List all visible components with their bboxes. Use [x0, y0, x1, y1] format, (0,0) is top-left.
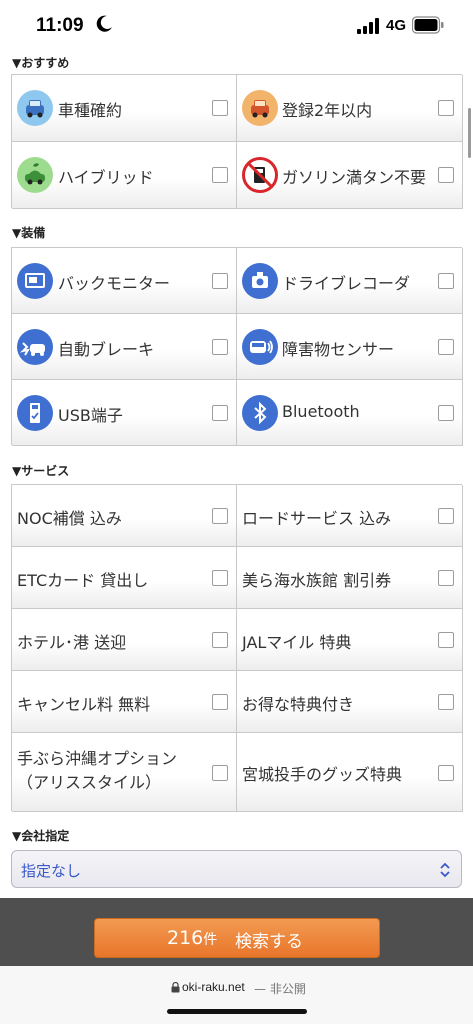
option-label: キャンセル料 無料	[17, 695, 151, 714]
status-bar: 11:09 4G	[0, 0, 473, 52]
filter-panel[interactable]: ▼おすすめ 車種確約 登録2年以内 ハイブリッド ガソリン満タン不要 ▼装備 バ…	[0, 52, 473, 898]
option-car-guarantee[interactable]: 車種確約	[12, 75, 237, 142]
url-visibility: — 非公開	[254, 982, 306, 996]
checkbox[interactable]	[438, 405, 454, 421]
checkbox[interactable]	[438, 339, 454, 355]
checkbox[interactable]	[212, 167, 228, 183]
recommended-grid: 車種確約 登録2年以内 ハイブリッド ガソリン満タン不要	[11, 74, 463, 209]
section-title-recommended: ▼おすすめ	[12, 56, 70, 70]
moon-icon	[96, 15, 112, 32]
option-label: 自動ブレーキ	[58, 340, 155, 359]
select-arrows-icon	[440, 862, 450, 878]
option-free-cancel[interactable]: キャンセル料 無料	[12, 671, 237, 733]
option-label: JALマイル 特典	[242, 633, 352, 652]
option-label: ガソリン満タン不要	[282, 168, 427, 187]
checkbox[interactable]	[438, 765, 454, 781]
hybrid-car-icon	[17, 157, 53, 193]
signal-icon	[357, 18, 379, 34]
section-title-equipment: ▼装備	[12, 226, 46, 240]
no-refuel-icon	[242, 157, 278, 193]
equipment-grid: バックモニター ドライブレコーダ 自動ブレーキ 障害物センサー USB端子 Bl…	[11, 247, 463, 446]
option-label: NOC補償 込み	[17, 509, 122, 528]
option-label: 車種確約	[58, 101, 123, 120]
home-indicator[interactable]	[167, 1009, 307, 1014]
network-type: 4G	[386, 17, 407, 34]
option-empty-handed-okinawa[interactable]: 手ぶら沖縄オプション（アリススタイル）	[12, 733, 237, 812]
option-miyagi-goods[interactable]: 宮城投手のグッズ特典	[237, 733, 463, 812]
option-label: ハイブリッド	[58, 168, 154, 187]
option-label: バックモニター	[58, 274, 171, 293]
option-etc-card[interactable]: ETCカード 貸出し	[12, 547, 237, 609]
company-select-value: 指定なし	[21, 862, 82, 880]
option-label: お得な特典付き	[242, 695, 355, 714]
checkbox[interactable]	[438, 100, 454, 116]
option-jal-mile[interactable]: JALマイル 特典	[237, 609, 463, 671]
services-grid: NOC補償 込み ロードサービス 込み ETCカード 貸出し 美ら海水族館 割引…	[11, 484, 463, 812]
company-select[interactable]: 指定なし	[11, 850, 462, 888]
checkbox[interactable]	[212, 694, 228, 710]
obstacle-sensor-icon	[242, 329, 278, 365]
option-label: ロードサービス 込み	[242, 509, 392, 528]
option-label: USB端子	[58, 406, 123, 425]
checkbox[interactable]	[212, 339, 228, 355]
option-bluetooth[interactable]: Bluetooth	[237, 380, 463, 446]
usb-icon	[17, 395, 53, 431]
option-hotel-port-shuttle[interactable]: ホテル･港 送迎	[12, 609, 237, 671]
browser-address-bar[interactable]: oki-raku.net — 非公開	[0, 966, 473, 1024]
option-label: ETCカード 貸出し	[17, 571, 149, 590]
battery-icon	[412, 16, 444, 34]
drive-recorder-icon	[242, 263, 278, 299]
option-label: ドライブレコーダ	[282, 274, 411, 293]
option-obstacle-sensor[interactable]: 障害物センサー	[237, 314, 463, 380]
scrollbar[interactable]	[468, 108, 471, 158]
status-time: 11:09	[36, 15, 84, 36]
auto-brake-icon	[17, 329, 53, 365]
checkbox[interactable]	[212, 632, 228, 648]
checkbox[interactable]	[212, 100, 228, 116]
option-auto-brake[interactable]: 自動ブレーキ	[12, 314, 237, 380]
option-label: 障害物センサー	[282, 340, 395, 359]
checkbox[interactable]	[438, 167, 454, 183]
option-label: 登録2年以内	[282, 101, 373, 120]
checkbox[interactable]	[212, 765, 228, 781]
new-car-icon	[242, 90, 278, 126]
option-label: 宮城投手のグッズ特典	[242, 765, 403, 784]
option-back-monitor[interactable]: バックモニター	[12, 248, 237, 314]
option-aquarium-discount[interactable]: 美ら海水族館 割引券	[237, 547, 463, 609]
lock-icon	[171, 982, 180, 993]
section-title-company: ▼会社指定	[12, 829, 70, 843]
checkbox[interactable]	[212, 508, 228, 524]
option-noc[interactable]: NOC補償 込み	[12, 485, 237, 547]
section-title-services: ▼サービス	[12, 464, 70, 478]
back-monitor-icon	[17, 263, 53, 299]
search-button-label: 検索する	[235, 932, 303, 952]
option-road-service[interactable]: ロードサービス 込み	[237, 485, 463, 547]
url-text[interactable]: oki-raku.net	[182, 980, 245, 994]
checkbox[interactable]	[212, 405, 228, 421]
option-drive-recorder[interactable]: ドライブレコーダ	[237, 248, 463, 314]
option-label: 美ら海水族館 割引券	[242, 571, 392, 590]
result-count: 216件	[167, 927, 218, 949]
bluetooth-icon	[242, 395, 278, 431]
option-hybrid[interactable]: ハイブリッド	[12, 142, 237, 209]
checkbox[interactable]	[438, 694, 454, 710]
checkbox[interactable]	[438, 570, 454, 586]
option-label: ホテル･港 送迎	[17, 633, 127, 652]
search-button[interactable]: 216件 検索する	[94, 918, 380, 958]
option-label: Bluetooth	[282, 402, 360, 421]
option-no-refuel[interactable]: ガソリン満タン不要	[237, 142, 463, 209]
car-icon	[17, 90, 53, 126]
checkbox[interactable]	[212, 273, 228, 289]
checkbox[interactable]	[438, 273, 454, 289]
checkbox[interactable]	[438, 508, 454, 524]
option-special-benefit[interactable]: お得な特典付き	[237, 671, 463, 733]
result-count-unit: 件	[203, 932, 218, 948]
option-label: 手ぶら沖縄オプション（アリススタイル）	[17, 749, 178, 792]
checkbox[interactable]	[212, 570, 228, 586]
option-registered-within-2-years[interactable]: 登録2年以内	[237, 75, 463, 142]
checkbox[interactable]	[438, 632, 454, 648]
option-usb[interactable]: USB端子	[12, 380, 237, 446]
